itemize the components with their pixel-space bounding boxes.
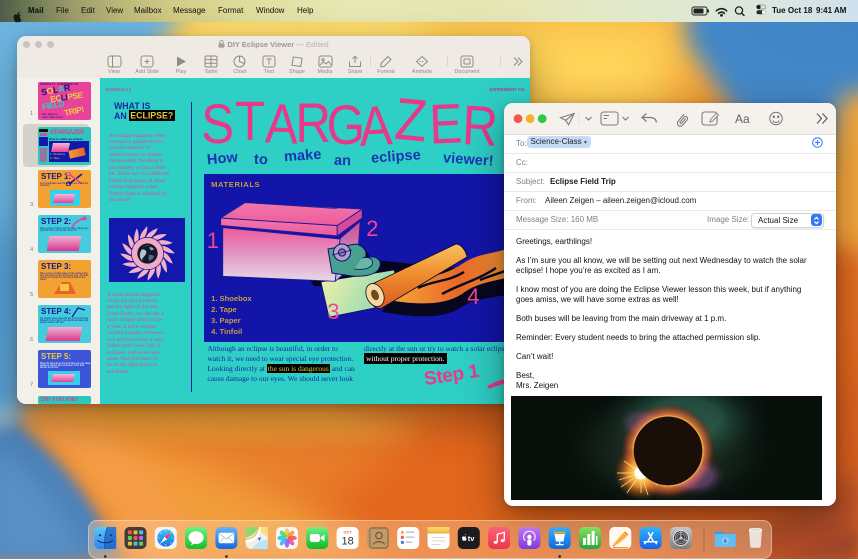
svg-text:Aa: Aa	[735, 112, 750, 126]
svg-text:tv: tv	[468, 534, 475, 543]
svg-text:OCT: OCT	[343, 530, 352, 535]
svg-text:18: 18	[341, 536, 353, 548]
